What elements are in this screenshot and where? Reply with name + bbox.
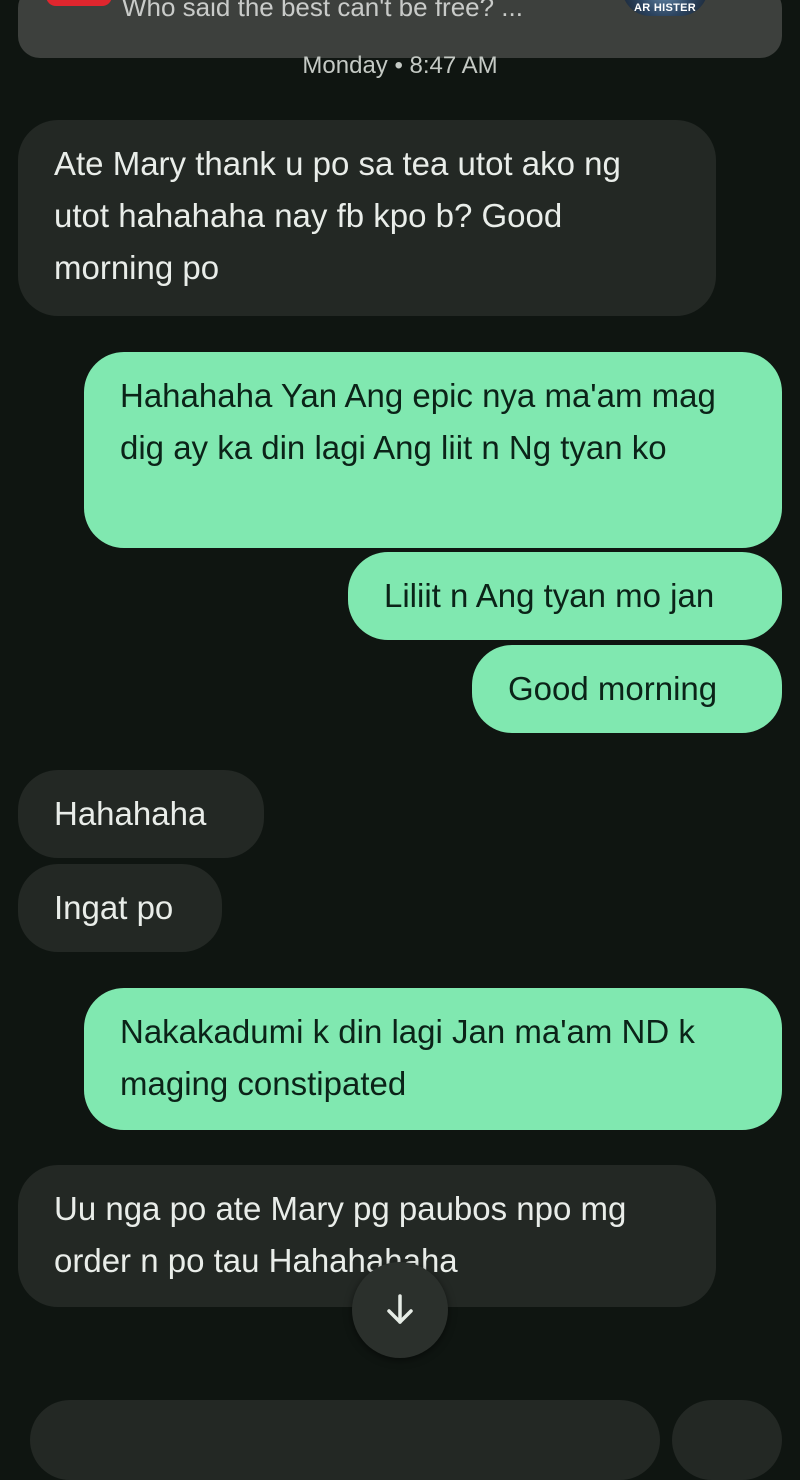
notification-thumbnail-label: AR HISTER xyxy=(634,2,696,14)
message-bubble-outgoing[interactable]: Hahahaha Yan Ang epic nya ma'am mag dig … xyxy=(84,352,782,548)
message-text: Uu nga po ate Mary pg paubos npo mg orde… xyxy=(54,1190,627,1279)
message-text: Hahahaha Yan Ang epic nya ma'am mag dig … xyxy=(120,377,716,466)
message-bubble-incoming[interactable]: Ingat po xyxy=(18,864,222,952)
message-bubble-outgoing[interactable]: Good morning xyxy=(472,645,782,733)
notification-banner[interactable]: Who said the best can't be free? ... AR … xyxy=(18,0,782,58)
youtube-app-icon xyxy=(46,0,112,6)
message-text: Good morning xyxy=(508,670,718,707)
send-button[interactable] xyxy=(672,1400,782,1480)
notification-thumbnail: AR HISTER xyxy=(622,0,708,16)
message-bubble-incoming[interactable]: Ate Mary thank u po sa tea utot ako ng u… xyxy=(18,120,716,316)
conversation-timestamp: Monday • 8:47 AM xyxy=(302,52,498,79)
message-text: Ate Mary thank u po sa tea utot ako ng u… xyxy=(54,145,621,286)
message-text: Liliit n Ang tyan mo jan xyxy=(384,577,715,614)
arrow-down-icon xyxy=(387,1294,413,1324)
message-text: Ingat po xyxy=(54,889,174,926)
message-text: Nakakadumi k din lagi Jan ma'am ND k mag… xyxy=(120,1013,695,1102)
message-bubble-incoming[interactable]: Hahahaha xyxy=(18,770,264,858)
message-bubble-outgoing[interactable]: Nakakadumi k din lagi Jan ma'am ND k mag… xyxy=(84,988,782,1130)
scroll-to-bottom-button[interactable] xyxy=(352,1262,448,1358)
message-text: Hahahaha xyxy=(54,795,207,832)
message-composer[interactable] xyxy=(30,1400,660,1480)
message-bubble-outgoing[interactable]: Liliit n Ang tyan mo jan xyxy=(348,552,782,640)
notification-text: Who said the best can't be free? ... xyxy=(122,0,523,22)
